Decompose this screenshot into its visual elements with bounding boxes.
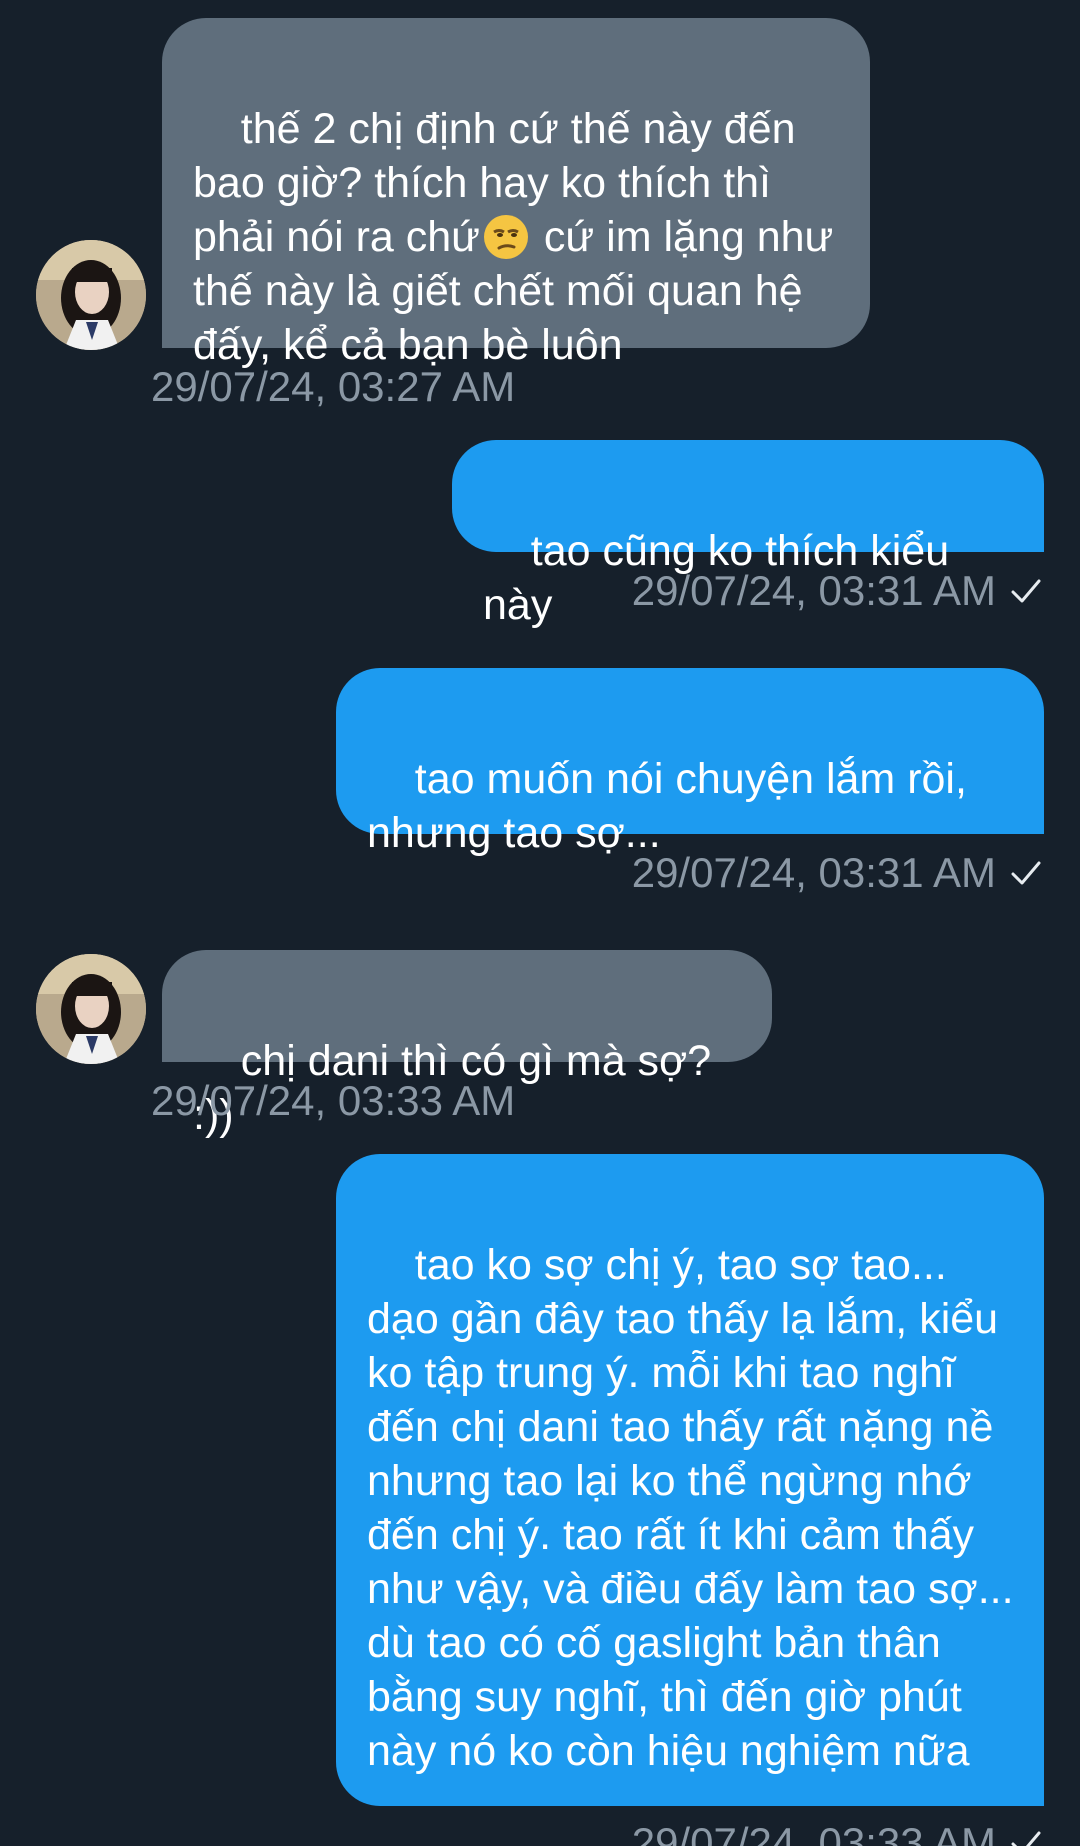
message-text: tao ko sợ chị ý, tao sợ tao... dạo gần đ… xyxy=(367,1241,1026,1775)
incoming-message-bubble[interactable]: chị dani thì có gì mà sợ? :)) xyxy=(162,950,772,1139)
outgoing-message-bubble[interactable]: tao muốn nói chuyện lắm rồi, nhưng tao s… xyxy=(336,668,1044,857)
contact-avatar[interactable] xyxy=(36,240,146,350)
unamused-face-emoji-icon xyxy=(483,215,528,259)
message-timestamp: 29/07/24, 03:33 AM xyxy=(631,1819,996,1846)
check-icon xyxy=(1011,1831,1041,1846)
message-timestamp-row: 29/07/24, 03:33 AM xyxy=(632,1818,1044,1846)
contact-avatar[interactable] xyxy=(36,954,146,1064)
check-icon xyxy=(1011,861,1041,885)
message-timestamp: 29/07/24, 03:31 AM xyxy=(631,567,996,614)
message-timestamp: 29/07/24, 03:31 AM xyxy=(631,849,996,896)
outgoing-message-bubble[interactable]: tao ko sợ chị ý, tao sợ tao... dạo gần đ… xyxy=(336,1154,1044,1806)
message-timestamp-row: 29/07/24, 03:31 AM xyxy=(632,848,1044,898)
avatar-image xyxy=(36,954,146,1064)
message-timestamp: 29/07/24, 03:27 AM xyxy=(151,363,516,410)
outgoing-message-bubble[interactable]: tao cũng ko thích kiểu này xyxy=(452,440,1044,629)
message-timestamp-row: 29/07/24, 03:31 AM xyxy=(632,566,1044,616)
message-timestamp: 29/07/24, 03:33 AM xyxy=(151,1077,516,1124)
check-icon xyxy=(1011,579,1041,603)
message-thread: thế 2 chị định cứ thế này đến bao giờ? t… xyxy=(0,0,1080,1846)
incoming-message-bubble[interactable]: thế 2 chị định cứ thế này đến bao giờ? t… xyxy=(162,18,870,369)
avatar-image xyxy=(36,240,146,350)
message-text: tao muốn nói chuyện lắm rồi, nhưng tao s… xyxy=(367,755,979,857)
